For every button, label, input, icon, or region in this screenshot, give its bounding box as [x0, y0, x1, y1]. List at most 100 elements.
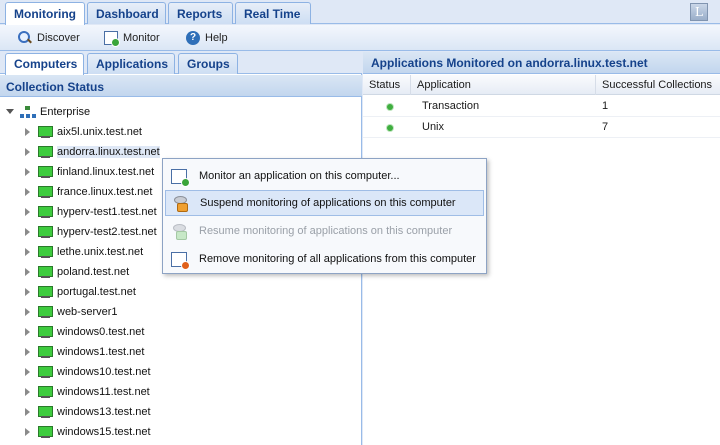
expand-arrow-icon[interactable]: [24, 348, 32, 356]
table-row[interactable]: Unix 7: [363, 117, 720, 138]
tree-node-label: windows1.test.net: [57, 346, 145, 358]
collection-status-header: Collection Status: [0, 75, 362, 97]
computer-icon: [38, 125, 53, 139]
tree-node-label: windows13.test.net: [57, 406, 151, 418]
tree-node-label: hyperv-test1.test.net: [57, 206, 157, 218]
tab-monitoring[interactable]: Monitoring: [5, 2, 85, 25]
tree-node-computer[interactable]: hyperv-test1.test.net: [24, 202, 157, 222]
computer-icon: [38, 245, 53, 259]
expand-arrow-icon[interactable]: [24, 428, 32, 436]
help-icon: ?: [186, 31, 200, 45]
menu-item-label: Monitor an application on this computer.…: [199, 170, 400, 182]
menu-item-label: Resume monitoring of applications on thi…: [199, 225, 453, 237]
tree-node-label: web-server1: [57, 306, 118, 318]
expand-arrow-icon[interactable]: [24, 168, 32, 176]
tree-node-computer[interactable]: portugal.test.net: [24, 282, 136, 302]
tree-node-computer[interactable]: windows1.test.net: [24, 342, 144, 362]
resume-icon: [171, 223, 187, 240]
column-header-status[interactable]: Status: [363, 75, 411, 95]
tree-node-label: windows15.test.net: [57, 426, 151, 438]
expand-arrow-icon[interactable]: [24, 408, 32, 416]
successful-collections-cell: 1: [602, 100, 609, 112]
tree-node-computer[interactable]: france.linux.test.net: [24, 182, 152, 202]
tree-node-computer[interactable]: hyperv-test2.test.net: [24, 222, 157, 242]
collapse-arrow-icon[interactable]: [6, 108, 14, 116]
expand-arrow-icon[interactable]: [24, 208, 32, 216]
menu-item-monitor-application[interactable]: Monitor an application on this computer.…: [165, 163, 484, 189]
computer-icon: [38, 165, 53, 179]
menu-item-label: Remove monitoring of all applications fr…: [199, 253, 476, 265]
discover-button[interactable]: Discover: [18, 29, 80, 47]
tab-groups[interactable]: Groups: [178, 53, 238, 74]
computer-icon: [38, 425, 53, 439]
tree-node-computer[interactable]: windows13.test.net: [24, 402, 151, 422]
tree-node-label: poland.test.net: [57, 266, 130, 278]
tree-node-computer[interactable]: windows0.test.net: [24, 322, 144, 342]
status-ok-icon: [387, 104, 393, 110]
tree-node-computer[interactable]: lethe.unix.test.net: [24, 242, 143, 262]
expand-arrow-icon[interactable]: [24, 188, 32, 196]
tree-node-label: portugal.test.net: [57, 286, 136, 298]
tab-real-time[interactable]: Real Time: [235, 2, 311, 24]
tree-node-computer[interactable]: poland.test.net: [24, 262, 129, 282]
monitor-label: Monitor: [123, 32, 160, 44]
tab-reports[interactable]: Reports: [168, 2, 233, 24]
grid-header-row: Status Application Successful Collection…: [363, 75, 720, 95]
computer-icon: [38, 225, 53, 239]
tree-node-label: andorra.linux.test.net: [57, 146, 160, 158]
computer-icon: [38, 405, 53, 419]
tab-computers[interactable]: Computers: [5, 53, 84, 75]
application-cell: Unix: [422, 121, 445, 133]
tree-node-label: finland.linux.test.net: [57, 166, 155, 178]
column-header-application[interactable]: Application: [411, 75, 596, 95]
computer-icon: [38, 325, 53, 339]
computer-icon: [38, 365, 53, 379]
tree-node-computer[interactable]: windows10.test.net: [24, 362, 151, 382]
tree-node-computer[interactable]: aix5l.unix.test.net: [24, 122, 142, 142]
menu-item-resume-monitoring[interactable]: Resume monitoring of applications on thi…: [165, 218, 484, 244]
expand-arrow-icon[interactable]: [24, 268, 32, 276]
app-logo: L: [690, 3, 708, 21]
computer-icon: [38, 285, 53, 299]
tree-node-label: hyperv-test2.test.net: [57, 226, 157, 238]
help-label: Help: [205, 32, 228, 44]
tree-node-label: Enterprise: [40, 106, 91, 118]
network-icon: [20, 105, 36, 119]
computer-icon: [38, 205, 53, 219]
computer-icon: [38, 385, 53, 399]
computer-icon: [38, 265, 53, 279]
expand-arrow-icon[interactable]: [24, 288, 32, 296]
expand-arrow-icon[interactable]: [24, 128, 32, 136]
remove-icon: [171, 251, 190, 270]
tree-node-label: aix5l.unix.test.net: [57, 126, 142, 138]
tree-node-computer[interactable]: finland.linux.test.net: [24, 162, 154, 182]
left-tab-bar: Computers Applications Groups: [0, 52, 362, 75]
expand-arrow-icon[interactable]: [24, 368, 32, 376]
application-cell: Transaction: [422, 100, 480, 112]
tree-node-computer[interactable]: windows15.test.net: [24, 422, 151, 442]
menu-item-suspend-monitoring[interactable]: Suspend monitoring of applications on th…: [165, 190, 484, 216]
monitor-add-icon: [104, 31, 120, 47]
tree-node-label: france.linux.test.net: [57, 186, 153, 198]
table-row[interactable]: Transaction 1: [363, 96, 720, 117]
tree-node-computer[interactable]: web-server1: [24, 302, 118, 322]
tab-applications[interactable]: Applications: [87, 53, 175, 74]
monitor-add-icon: [171, 168, 190, 187]
tree-node-enterprise[interactable]: Enterprise: [6, 102, 90, 122]
tree-node-computer-selected[interactable]: andorra.linux.test.net: [24, 142, 160, 162]
tree-node-computer[interactable]: windows11.test.net: [24, 382, 150, 402]
main-tab-bar: Monitoring Dashboard Reports Real Time L: [0, 0, 720, 25]
expand-arrow-icon[interactable]: [24, 248, 32, 256]
monitor-button[interactable]: Monitor: [104, 29, 160, 47]
expand-arrow-icon[interactable]: [24, 148, 32, 156]
expand-arrow-icon[interactable]: [24, 228, 32, 236]
tab-dashboard[interactable]: Dashboard: [87, 2, 166, 24]
menu-item-label: Suspend monitoring of applications on th…: [200, 197, 456, 209]
expand-arrow-icon[interactable]: [24, 328, 32, 336]
expand-arrow-icon[interactable]: [24, 388, 32, 396]
menu-item-remove-monitoring[interactable]: Remove monitoring of all applications fr…: [165, 246, 484, 272]
successful-collections-cell: 7: [602, 121, 609, 133]
help-button[interactable]: ? Help: [186, 29, 228, 47]
column-header-successful-collections[interactable]: Successful Collections: [596, 75, 720, 95]
expand-arrow-icon[interactable]: [24, 308, 32, 316]
